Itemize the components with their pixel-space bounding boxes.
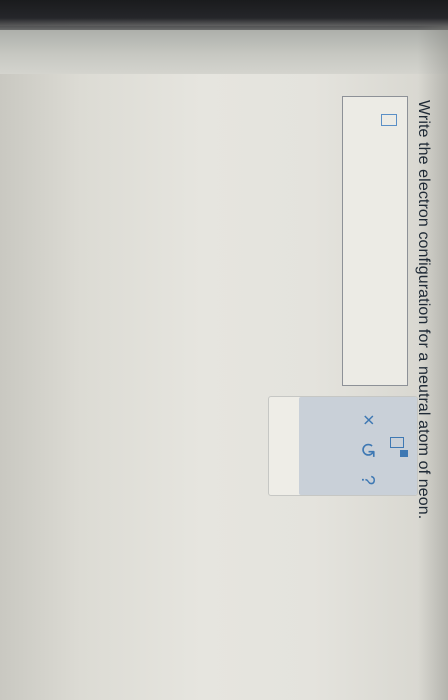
help-button[interactable]: ?	[353, 467, 383, 493]
superscript-button[interactable]	[381, 425, 417, 465]
toolbar-background: × ↺ ?	[299, 397, 417, 495]
question-panel: Write the electron configuration for a n…	[0, 0, 448, 700]
undo-icon: ↺	[356, 441, 379, 459]
math-toolbar: × ↺ ?	[268, 396, 418, 496]
superscript-template-icon	[390, 437, 404, 448]
answer-input[interactable]	[342, 96, 408, 386]
input-placeholder-box[interactable]	[381, 114, 397, 126]
superscript-marker-icon	[400, 450, 408, 457]
screen: Write the electron configuration for a n…	[0, 0, 448, 700]
help-icon: ?	[358, 474, 379, 485]
undo-button[interactable]: ↺	[353, 435, 383, 465]
close-icon: ×	[357, 414, 380, 426]
clear-button[interactable]: ×	[353, 405, 383, 435]
question-text: Write the electron configuration for a n…	[415, 100, 432, 520]
